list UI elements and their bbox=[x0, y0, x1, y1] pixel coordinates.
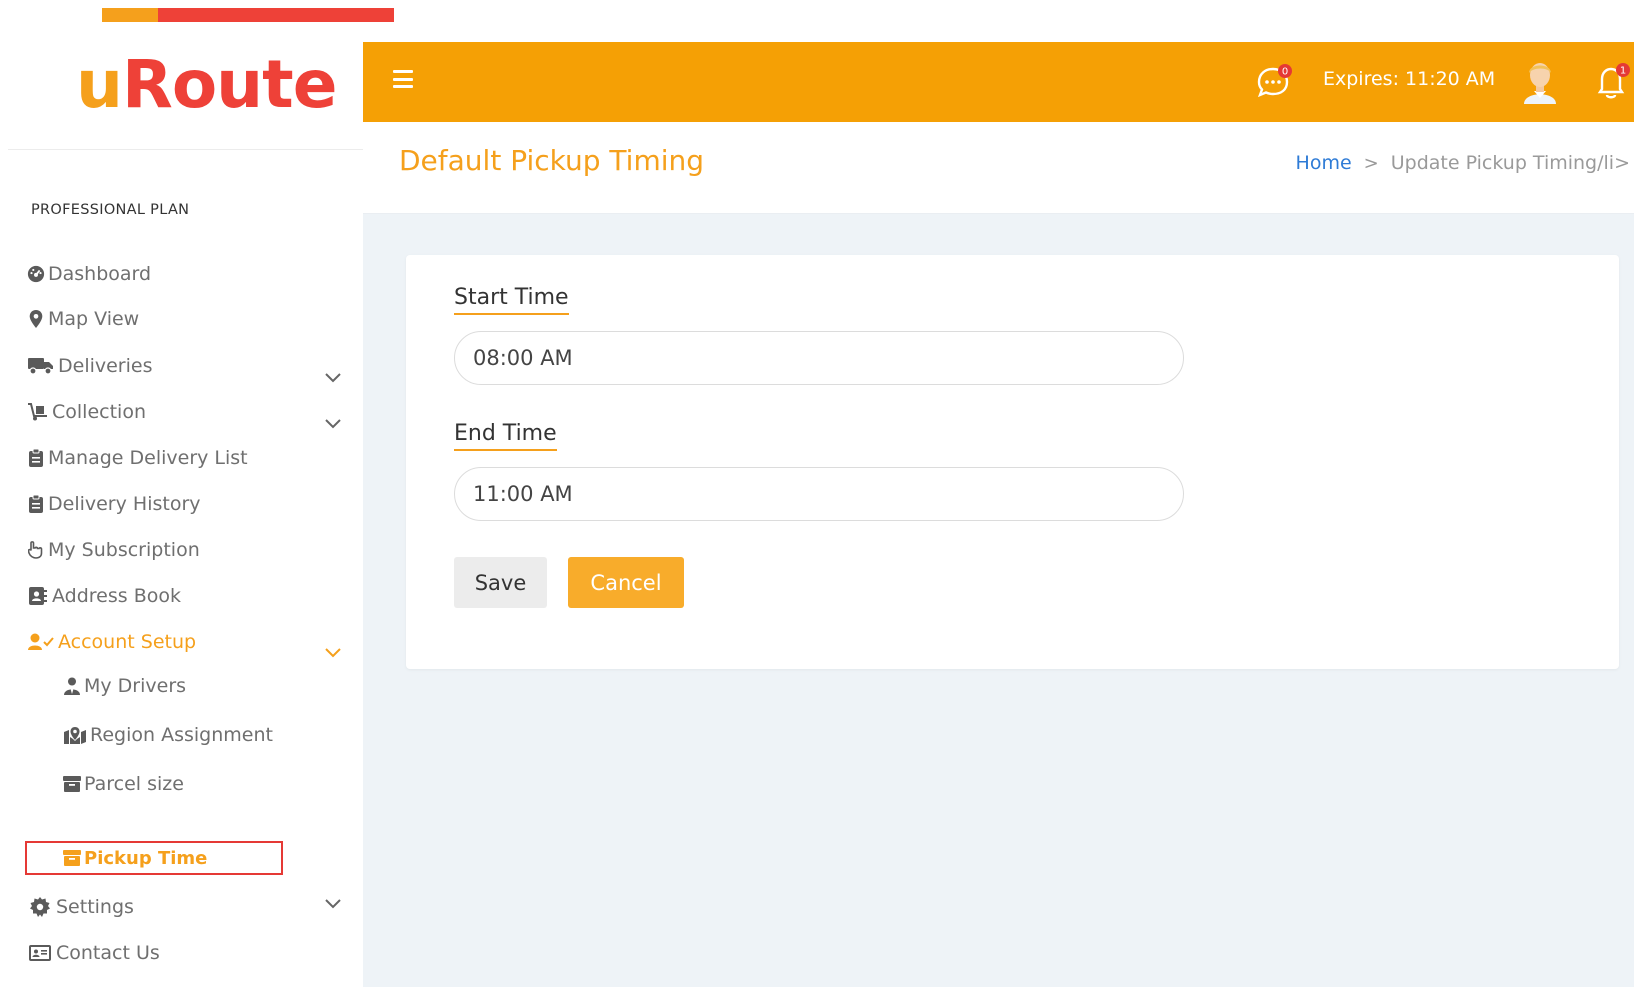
top-accent-red bbox=[158, 8, 394, 22]
start-time-label: Start Time bbox=[454, 285, 569, 315]
sidebar: uRoute PROFESSIONAL PLAN Dashboard Map V… bbox=[0, 22, 363, 987]
breadcrumb-current: Update Pickup Timing/li> bbox=[1390, 152, 1630, 174]
chevron-down-icon[interactable] bbox=[322, 642, 344, 664]
end-time-label: End Time bbox=[454, 421, 557, 451]
truck-icon bbox=[26, 356, 56, 376]
sidebar-item-delivery-history[interactable]: Delivery History bbox=[26, 490, 201, 518]
pickup-timing-card: Start Time End Time Save Cancel bbox=[406, 255, 1619, 669]
chevron-down-icon[interactable] bbox=[322, 367, 344, 389]
sidebar-item-dashboard[interactable]: Dashboard bbox=[26, 260, 151, 288]
box-icon bbox=[62, 774, 82, 794]
chat-bubble-icon[interactable]: 0 bbox=[1255, 62, 1295, 100]
main-content: Start Time End Time Save Cancel bbox=[363, 214, 1634, 987]
sidebar-item-parcel-size[interactable]: Parcel size bbox=[62, 770, 184, 798]
save-button[interactable]: Save bbox=[454, 557, 547, 608]
cancel-button[interactable]: Cancel bbox=[568, 557, 684, 608]
sidebar-item-deliveries[interactable]: Deliveries bbox=[26, 352, 153, 380]
bell-icon[interactable]: 1 bbox=[1592, 60, 1632, 102]
expires-text: Expires: 11:20 AM bbox=[1323, 68, 1496, 90]
sidebar-item-label: Account Setup bbox=[58, 631, 197, 653]
logo[interactable]: uRoute bbox=[76, 52, 337, 118]
sidebar-item-label: Deliveries bbox=[58, 355, 153, 377]
hand-icon bbox=[26, 540, 46, 560]
selection-highlight bbox=[25, 841, 283, 875]
sidebar-item-contact-us[interactable]: Contact Us bbox=[26, 939, 160, 967]
dashboard-icon bbox=[26, 264, 46, 284]
sidebar-item-label: My Drivers bbox=[84, 675, 187, 697]
clipboard-icon bbox=[26, 448, 46, 468]
sidebar-item-label: Collection bbox=[52, 401, 146, 423]
sidebar-item-label: Contact Us bbox=[56, 942, 160, 964]
sidebar-item-label: Manage Delivery List bbox=[48, 447, 248, 469]
end-time-input[interactable] bbox=[454, 467, 1184, 521]
user-tie-icon bbox=[62, 676, 82, 696]
hamburger-icon[interactable] bbox=[393, 70, 413, 88]
sidebar-item-label: Settings bbox=[56, 896, 134, 918]
sidebar-item-label: Delivery History bbox=[48, 493, 201, 515]
sidebar-item-account-setup[interactable]: Account Setup bbox=[26, 628, 196, 656]
sidebar-item-address-book[interactable]: Address Book bbox=[26, 582, 181, 610]
breadcrumb-home-link[interactable]: Home bbox=[1296, 152, 1352, 174]
chevron-down-icon[interactable] bbox=[322, 413, 344, 435]
sidebar-item-label: Address Book bbox=[52, 585, 181, 607]
clipboard-icon bbox=[26, 494, 46, 514]
sidebar-item-map-view[interactable]: Map View bbox=[26, 305, 139, 333]
sidebar-item-label: Region Assignment bbox=[90, 724, 273, 746]
page-title: Default Pickup Timing bbox=[399, 144, 705, 177]
breadcrumb-separator: > bbox=[1363, 152, 1379, 174]
map-location-icon bbox=[62, 725, 88, 745]
gear-icon bbox=[26, 897, 54, 917]
breadcrumb: Home > Update Pickup Timing/li> bbox=[1296, 152, 1630, 174]
top-header: 0 Expires: 11:20 AM 1 bbox=[363, 42, 1634, 122]
chat-badge: 0 bbox=[1282, 67, 1288, 78]
plan-label: PROFESSIONAL PLAN bbox=[31, 202, 190, 218]
sidebar-item-label: My Subscription bbox=[48, 539, 200, 561]
sidebar-divider bbox=[8, 149, 363, 150]
bell-badge: 1 bbox=[1620, 66, 1626, 77]
id-card-icon bbox=[26, 943, 54, 963]
sidebar-item-my-subscription[interactable]: My Subscription bbox=[26, 536, 200, 564]
dolly-icon bbox=[26, 402, 50, 422]
chevron-down-icon[interactable] bbox=[322, 893, 344, 915]
title-bar: Default Pickup Timing Home > Update Pick… bbox=[363, 122, 1634, 214]
start-time-input[interactable] bbox=[454, 331, 1184, 385]
sidebar-item-label: Parcel size bbox=[84, 773, 184, 795]
top-accent-orange bbox=[102, 8, 158, 22]
sidebar-item-label: Map View bbox=[48, 308, 140, 330]
address-book-icon bbox=[26, 586, 50, 606]
sidebar-item-label: Dashboard bbox=[48, 263, 152, 285]
sidebar-item-my-drivers[interactable]: My Drivers bbox=[62, 672, 186, 700]
map-marker-icon bbox=[26, 309, 46, 329]
sidebar-item-settings[interactable]: Settings bbox=[26, 893, 134, 921]
sidebar-item-region-assignment[interactable]: Region Assignment bbox=[62, 721, 273, 749]
user-avatar-icon[interactable] bbox=[1520, 58, 1560, 104]
sidebar-item-collection[interactable]: Collection bbox=[26, 398, 146, 426]
user-check-icon bbox=[26, 632, 56, 652]
sidebar-item-manage-delivery-list[interactable]: Manage Delivery List bbox=[26, 444, 248, 472]
